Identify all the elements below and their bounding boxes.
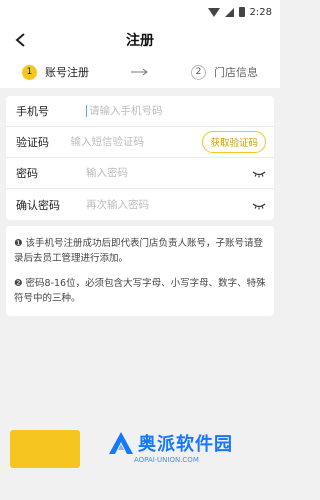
code-row: 验证码 获取验证码 [6, 127, 274, 158]
battery-icon [238, 7, 245, 17]
notes-panel: ❶ 该手机号注册成功后即代表门店负责人账号，子账号请登录后去员工管理进行添加。 … [6, 226, 274, 316]
registration-form: 手机号 验证码 获取验证码 密码 确认密码 [6, 96, 274, 220]
watermark-text: 奥派软件园 [138, 434, 233, 455]
note-password: ❷ 密码8-16位，必须包含大写字母、小写字母、数字、特殊符号中的三种。 [14, 278, 266, 304]
page-title: 注册 [126, 33, 154, 49]
status-bar: 2:28 [0, 0, 280, 24]
step-1-label: 账号注册 [45, 66, 89, 79]
watermark-logo-icon [109, 432, 133, 454]
eye-closed-icon[interactable] [252, 198, 266, 212]
back-arrow-icon[interactable] [12, 31, 30, 49]
confirm-password-label: 确认密码 [16, 198, 60, 212]
watermark: 奥派软件园 [108, 430, 233, 456]
next-button[interactable] [10, 430, 80, 468]
phone-input[interactable] [86, 105, 266, 117]
eye-closed-icon[interactable] [252, 166, 266, 180]
code-label: 验证码 [16, 136, 49, 149]
arrow-right-icon [131, 68, 148, 76]
step-2-number: 2 [191, 64, 206, 80]
password-row: 密码 [6, 158, 274, 189]
step-1-number: 1 [22, 64, 37, 80]
status-time: 2:28 [249, 6, 272, 18]
watermark-subtext: AOPAI·UNION.COM [134, 456, 199, 464]
note-account: ❶ 该手机号注册成功后即代表门店负责人账号，子账号请登录后去员工管理进行添加。 [14, 238, 264, 264]
step-arrow [95, 67, 185, 77]
confirm-password-row: 确认密码 [6, 189, 274, 220]
title-bar: 注册 [0, 24, 280, 56]
get-code-button[interactable]: 获取验证码 [202, 131, 266, 153]
password-label: 密码 [16, 167, 38, 180]
confirm-password-input[interactable] [86, 198, 252, 211]
step-indicator: 1 账号注册 2 门店信息 [0, 56, 280, 88]
password-input[interactable] [86, 167, 252, 179]
wifi-icon [207, 7, 220, 17]
step-2-label: 门店信息 [214, 66, 258, 79]
phone-label: 手机号 [16, 105, 49, 118]
sms-code-input[interactable] [70, 136, 203, 148]
signal-icon [224, 7, 234, 17]
phone-row: 手机号 [6, 96, 274, 127]
